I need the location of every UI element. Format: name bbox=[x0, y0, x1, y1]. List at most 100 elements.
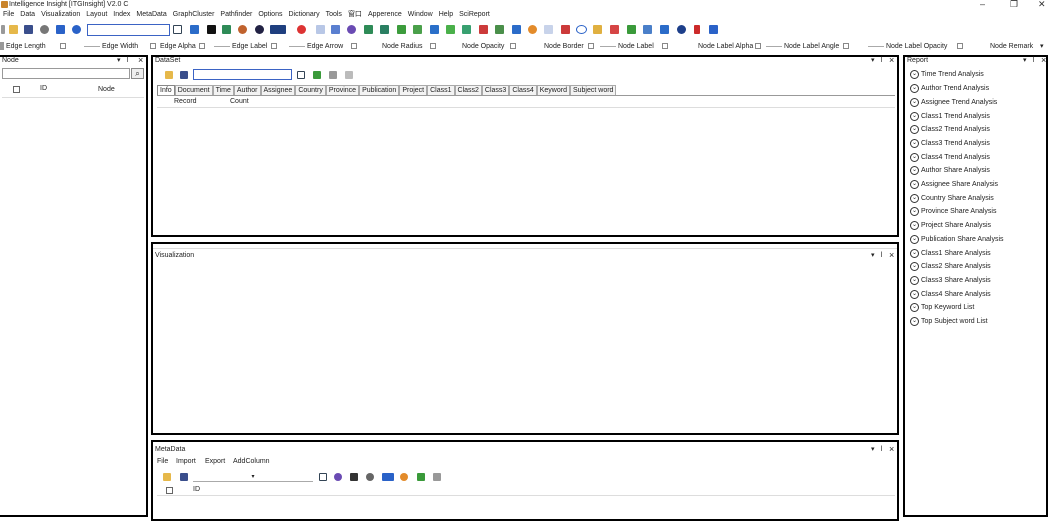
prop-edge-alpha[interactable]: Edge Alpha bbox=[160, 40, 205, 53]
report-item[interactable]: ⌄ Top Keyword List bbox=[910, 302, 974, 313]
dark-node-icon[interactable] bbox=[207, 25, 216, 34]
metadata-select-all-checkbox[interactable] bbox=[166, 487, 173, 494]
pause-icon[interactable] bbox=[72, 25, 81, 34]
metadata-table-icon[interactable] bbox=[433, 473, 441, 481]
tab-time[interactable]: Time bbox=[212, 85, 234, 95]
report-item[interactable]: ⌄ Country Share Analysis bbox=[910, 193, 994, 204]
metadata-menu-addcolumn[interactable]: AddColumn bbox=[233, 457, 270, 467]
report-panel-close-icon[interactable]: × bbox=[1041, 55, 1046, 65]
node-col-id[interactable]: ID bbox=[40, 84, 47, 94]
tab-class4[interactable]: Class4 bbox=[509, 85, 537, 95]
node-col-node[interactable]: Node bbox=[98, 85, 115, 95]
tree-icon[interactable] bbox=[364, 25, 373, 34]
metadata-panel-menu-icon[interactable]: ▾ ǀ bbox=[871, 445, 884, 454]
tab-country[interactable]: Country bbox=[295, 85, 326, 95]
report-item[interactable]: ⌄ Assignee Trend Analysis bbox=[910, 97, 997, 108]
prop-edge-width[interactable]: Edge Width bbox=[82, 40, 157, 53]
report-item[interactable]: ⌄ Assignee Share Analysis bbox=[910, 179, 998, 190]
ring-icon[interactable] bbox=[238, 25, 247, 34]
close-button[interactable]: ✕ bbox=[1038, 0, 1046, 9]
window-icon[interactable] bbox=[593, 25, 602, 34]
report-item[interactable]: ⌄ Class1 Share Analysis bbox=[910, 248, 991, 259]
prop-edge-length[interactable]: Edge Length bbox=[0, 40, 66, 53]
excel-icon[interactable] bbox=[627, 25, 636, 34]
metadata-menu-import[interactable]: Import bbox=[176, 457, 196, 467]
chart-icon[interactable] bbox=[430, 25, 439, 34]
menu-dictionary[interactable]: Dictionary bbox=[285, 10, 322, 20]
network-icon[interactable] bbox=[380, 25, 389, 34]
person-icon[interactable] bbox=[709, 25, 718, 34]
menu-options[interactable]: Options bbox=[255, 10, 285, 20]
metadata-dots-icon[interactable] bbox=[382, 473, 394, 481]
globe-icon[interactable] bbox=[677, 25, 686, 34]
visualization-panel-close-icon[interactable]: × bbox=[889, 250, 894, 260]
node-select-all-checkbox[interactable] bbox=[13, 86, 20, 93]
menu-layout[interactable]: Layout bbox=[83, 10, 110, 20]
prop-node-label-angle[interactable]: Node Label Angle bbox=[764, 40, 850, 53]
tab-province[interactable]: Province bbox=[325, 85, 360, 95]
metadata-palette-icon[interactable] bbox=[400, 473, 408, 481]
table-icon[interactable] bbox=[660, 25, 669, 34]
search-icon[interactable] bbox=[173, 25, 182, 34]
menu-data[interactable]: Data bbox=[17, 10, 38, 20]
dataset-save-icon[interactable] bbox=[180, 71, 188, 79]
menu-visualization[interactable]: Visualization bbox=[38, 10, 83, 20]
prop-edge-arrow[interactable]: Edge Arrow bbox=[287, 40, 358, 53]
menu-help[interactable]: Help bbox=[436, 10, 456, 20]
layout-dropdown-icon[interactable] bbox=[270, 25, 286, 34]
toolbar-search-input[interactable] bbox=[87, 24, 170, 36]
marker-icon[interactable] bbox=[694, 25, 700, 34]
report-icon[interactable] bbox=[643, 25, 652, 34]
metadata-search-icon[interactable] bbox=[319, 473, 327, 481]
prop-node-label[interactable]: Node Label bbox=[598, 40, 668, 53]
tab-assignee[interactable]: Assignee bbox=[260, 85, 296, 95]
arrow-icon[interactable] bbox=[316, 25, 325, 34]
metadata-settings-icon[interactable] bbox=[366, 473, 374, 481]
metadata-save-icon[interactable] bbox=[180, 473, 188, 481]
flag-icon[interactable] bbox=[561, 25, 570, 34]
propbar-overflow-icon[interactable]: ▾ bbox=[1040, 40, 1044, 53]
menu-index[interactable]: Index bbox=[110, 10, 133, 20]
tab-class1[interactable]: Class1 bbox=[427, 85, 455, 95]
report-item[interactable]: ⌄ Class2 Share Analysis bbox=[910, 261, 991, 272]
connect-icon[interactable] bbox=[495, 25, 504, 34]
settings-icon[interactable] bbox=[40, 25, 49, 34]
report-item[interactable]: ⌄ Class3 Trend Analysis bbox=[910, 138, 990, 149]
tab-class2[interactable]: Class2 bbox=[454, 85, 482, 95]
menu-graphcluster[interactable]: GraphCluster bbox=[170, 10, 218, 20]
tab-class3[interactable]: Class3 bbox=[481, 85, 510, 95]
key-icon[interactable] bbox=[544, 25, 553, 34]
sphere-icon[interactable] bbox=[255, 25, 264, 34]
menu-window-cn[interactable]: 窗口 bbox=[345, 10, 365, 20]
metadata-menu-export[interactable]: Export bbox=[205, 457, 225, 467]
tab-project[interactable]: Project bbox=[399, 85, 428, 95]
report-item[interactable]: ⌄ Publication Share Analysis bbox=[910, 234, 1004, 245]
report-item[interactable]: ⌄ Province Share Analysis bbox=[910, 206, 996, 217]
visualization-panel-menu-icon[interactable]: ▾ ǀ bbox=[871, 251, 884, 260]
node-search-input[interactable] bbox=[2, 68, 130, 79]
node-panel-menu-icon[interactable]: ▾ ǀ bbox=[117, 56, 130, 65]
menu-metadata[interactable]: MetaData bbox=[133, 10, 169, 20]
tab-document[interactable]: Document bbox=[174, 85, 213, 95]
dataset-doc-icon[interactable] bbox=[345, 71, 353, 79]
grid-icon[interactable] bbox=[331, 25, 340, 34]
open-folder-icon[interactable] bbox=[9, 25, 18, 34]
prop-edge-label[interactable]: Edge Label bbox=[212, 40, 278, 53]
prop-node-opacity[interactable]: Node Opacity bbox=[462, 40, 517, 53]
node-search-icon[interactable]: ⌕ bbox=[131, 68, 144, 79]
report-item[interactable]: ⌄ Top Subject word List bbox=[910, 316, 988, 327]
report-item[interactable]: ⌄ Class2 Trend Analysis bbox=[910, 124, 990, 135]
menu-window[interactable]: Window bbox=[405, 10, 436, 20]
dataset-col-record[interactable]: Record bbox=[174, 97, 197, 107]
dataset-excel-icon[interactable] bbox=[313, 71, 321, 79]
tab-publication[interactable]: Publication bbox=[359, 85, 400, 95]
link-icon[interactable] bbox=[479, 25, 488, 34]
menu-tools[interactable]: Tools bbox=[323, 10, 345, 20]
dataset-panel-close-icon[interactable]: × bbox=[889, 55, 894, 65]
prop-node-label-opacity[interactable]: Node Label Opacity bbox=[866, 40, 964, 53]
metadata-panel-close-icon[interactable]: × bbox=[889, 444, 894, 454]
prop-node-border[interactable]: Node Border bbox=[544, 40, 594, 53]
tab-author[interactable]: Author bbox=[233, 85, 261, 95]
metadata-field-dropdown[interactable]: ▾ bbox=[193, 472, 313, 482]
report-panel-menu-icon[interactable]: ▾ ǀ bbox=[1023, 56, 1036, 65]
